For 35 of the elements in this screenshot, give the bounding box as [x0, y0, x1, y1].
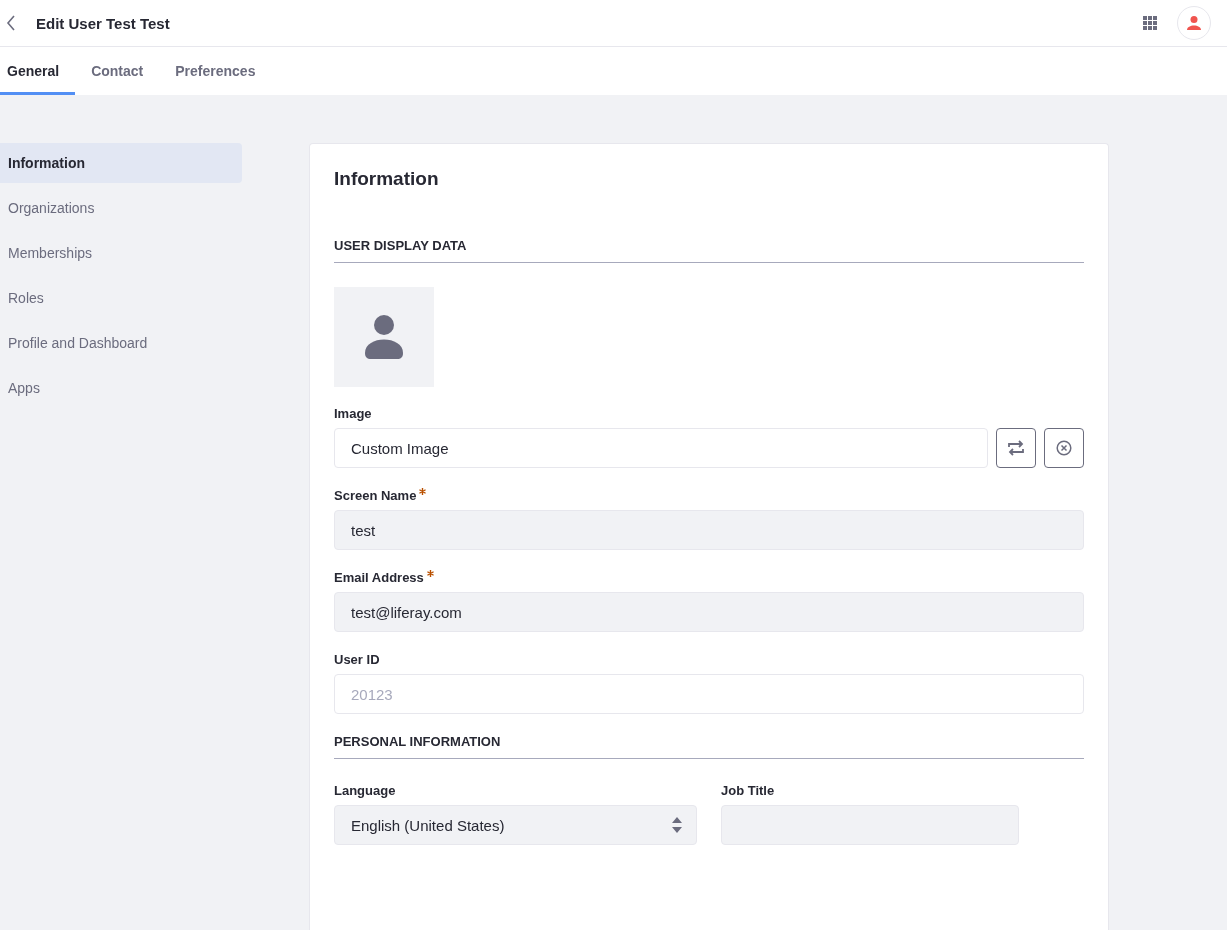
- sidebar-item[interactable]: Apps: [0, 368, 242, 408]
- sidebar-item[interactable]: Information: [0, 143, 242, 183]
- input-field[interactable]: [721, 805, 1019, 845]
- apps-grid-button[interactable]: [1141, 14, 1159, 32]
- field-label: Language: [334, 783, 396, 798]
- chevron-left-icon: [6, 15, 16, 31]
- sidebar-item[interactable]: Roles: [0, 278, 242, 318]
- input-field[interactable]: test@liferay.com: [334, 592, 1084, 632]
- circle-x-icon: [1056, 440, 1072, 456]
- input-field[interactable]: 20123: [334, 674, 1084, 714]
- tab[interactable]: General: [0, 47, 76, 95]
- tab[interactable]: Contact: [75, 47, 160, 95]
- section-heading: USER DISPLAY DATA: [334, 238, 1084, 263]
- sidebar-item[interactable]: Organizations: [0, 188, 242, 228]
- panel-title: Information: [334, 168, 440, 191]
- sidebar-item[interactable]: Profile and Dashboard: [0, 323, 242, 363]
- field-label: Image: [334, 406, 372, 421]
- page-title: Edit User Test Test: [36, 14, 170, 32]
- field-label: Screen Name: [334, 488, 417, 503]
- field-label: Job Title: [721, 783, 775, 798]
- grid-icon: [1143, 16, 1157, 30]
- input-field[interactable]: Custom Image: [334, 428, 988, 468]
- field-label: User ID: [334, 652, 380, 667]
- tab[interactable]: Preferences: [159, 47, 272, 95]
- swap-arrows-icon: [1007, 440, 1025, 456]
- language-select[interactable]: English (United States): [334, 805, 697, 845]
- sort-arrows-icon: [672, 817, 682, 833]
- field-label: Email Address: [334, 570, 424, 585]
- section-heading: PERSONAL INFORMATION: [334, 734, 1084, 759]
- sidebar-item[interactable]: Memberships: [0, 233, 242, 273]
- user-avatar-button[interactable]: [1177, 6, 1211, 40]
- user-icon: [1187, 15, 1201, 31]
- input-field[interactable]: test: [334, 510, 1084, 550]
- remove-image-button[interactable]: [1044, 428, 1084, 468]
- change-image-button[interactable]: [996, 428, 1036, 468]
